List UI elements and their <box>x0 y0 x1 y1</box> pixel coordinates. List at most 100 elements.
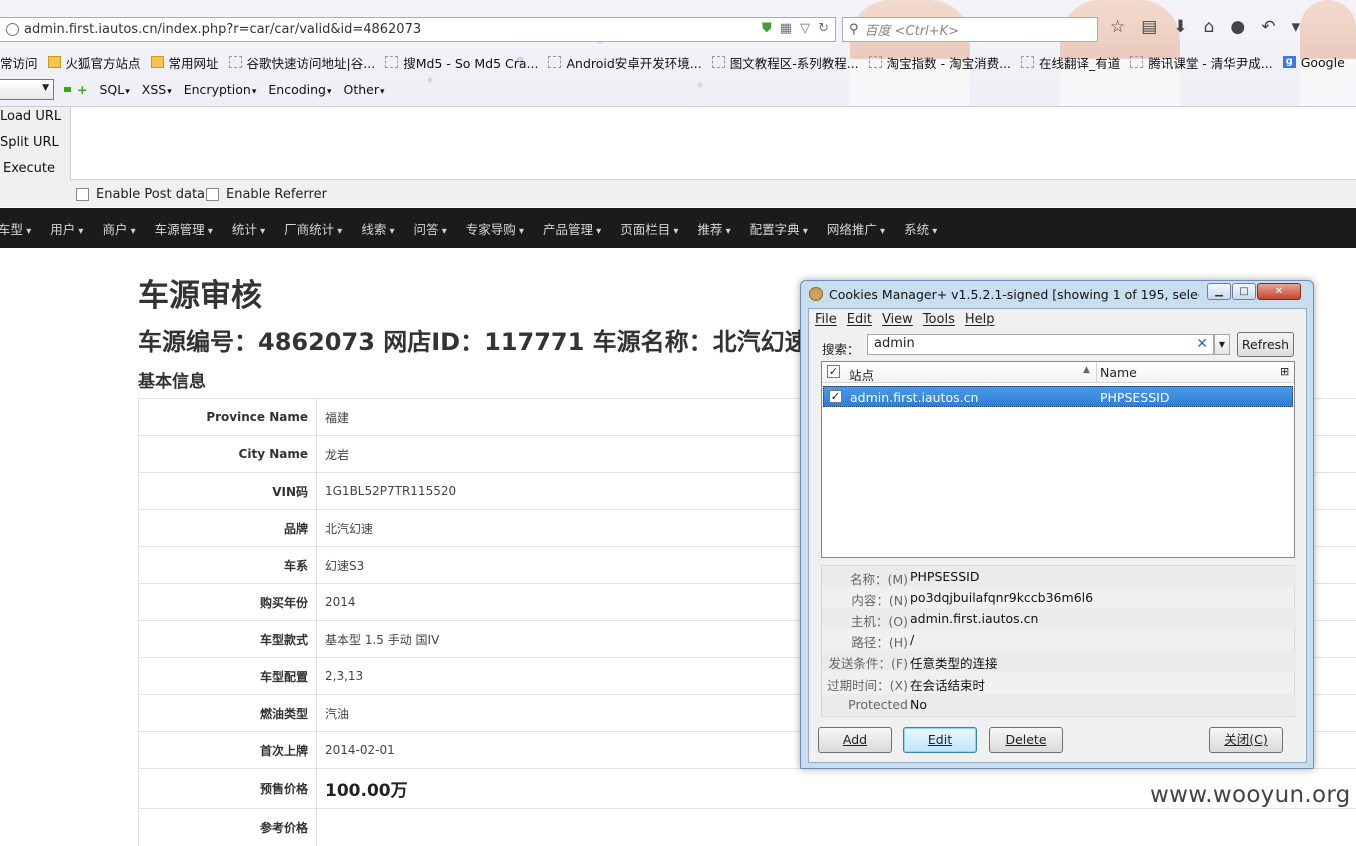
cookie-search-input[interactable]: admin ✕ <box>867 334 1214 355</box>
close-button[interactable]: 关闭(C) <box>1209 727 1283 753</box>
reload-icon[interactable]: ↻ <box>818 21 829 36</box>
menu-dropdown-icon[interactable]: ▾ <box>1291 17 1300 37</box>
url-text[interactable]: admin.first.iautos.cn/index.php?r=car/ca… <box>24 22 421 37</box>
search-dropdown-button[interactable]: ▼ <box>1214 334 1230 355</box>
dropdown-arrow-icon[interactable]: ▽ <box>800 21 810 36</box>
nav-car-source[interactable]: 车源管理 <box>155 219 213 238</box>
row-label: 参考价格 <box>139 809 317 846</box>
reader-icon[interactable]: ▤ <box>1141 17 1157 37</box>
edit-button[interactable]: Edit <box>903 727 977 753</box>
clear-icon[interactable]: ✕ <box>1196 336 1208 352</box>
menu-edit[interactable]: Edit <box>847 312 872 327</box>
nav-expert-guide[interactable]: 专家导购 <box>466 219 524 238</box>
bookmark-item[interactable]: 搜Md5 - So Md5 Cra... <box>385 53 538 72</box>
hackbar-url-textarea[interactable] <box>70 107 1356 180</box>
section-title: 基本信息 <box>138 367 206 392</box>
nav-products[interactable]: 产品管理 <box>543 219 601 238</box>
page-icon <box>229 56 242 68</box>
detail-row: 名称：(M)PHPSESSID <box>822 566 1296 587</box>
bookmark-item[interactable]: Android安卓开发环境... <box>548 53 701 72</box>
nav-car-models[interactable]: 车型 <box>0 219 31 238</box>
column-name[interactable]: Name <box>1100 365 1137 380</box>
nav-qa[interactable]: 问答 <box>414 219 447 238</box>
qr-code-icon[interactable]: ▦ <box>780 21 792 36</box>
bookmark-item[interactable]: 在线翻译_有道 <box>1021 53 1120 72</box>
bookmark-item[interactable]: 常访问 <box>0 53 38 72</box>
column-picker-icon[interactable]: ⊞ <box>1280 365 1289 378</box>
row-label: 购买年份 <box>139 584 317 621</box>
chat-icon[interactable]: ● <box>1230 17 1245 37</box>
site-navbar: 车型 用户 商户 车源管理 统计 厂商统计 线索 问答 专家导购 产品管理 页面… <box>0 208 1356 248</box>
nav-config-dict[interactable]: 配置字典 <box>750 219 808 238</box>
bookmark-item[interactable]: 常用网址 <box>151 53 219 72</box>
menu-tools[interactable]: Tools <box>923 312 955 327</box>
shield-icon[interactable]: ⛊ <box>762 21 772 36</box>
dialog-titlebar[interactable]: Cookies Manager+ v1.5.2.1-signed [showin… <box>801 281 1313 307</box>
refresh-button[interactable]: Refresh <box>1237 332 1294 357</box>
bookmark-star-icon[interactable]: ☆ <box>1110 17 1125 37</box>
enable-referrer-checkbox[interactable]: Enable Referrer <box>206 187 327 202</box>
row-label: VIN码 <box>139 473 317 510</box>
nav-stats[interactable]: 统计 <box>232 219 265 238</box>
hackbar-menu-xss[interactable]: XSS <box>142 82 172 97</box>
maximize-button[interactable]: □ <box>1232 283 1256 300</box>
enable-post-checkbox[interactable]: Enable Post data <box>76 187 205 202</box>
nav-promotion[interactable]: 网络推广 <box>827 219 885 238</box>
nav-maker-stats[interactable]: 厂商统计 <box>284 219 342 238</box>
bookmark-item[interactable]: 腾讯课堂 - 清华尹成... <box>1130 53 1272 72</box>
nav-recommend[interactable]: 推荐 <box>697 219 730 238</box>
minimize-button[interactable]: ▁ <box>1207 283 1231 300</box>
bookmark-item[interactable]: gGoogle <box>1283 55 1345 70</box>
nav-users[interactable]: 用户 <box>50 219 83 238</box>
bookmark-item[interactable]: 火狐官方站点 <box>48 53 141 72</box>
execute-button[interactable]: Execute <box>3 161 55 176</box>
home-icon[interactable]: ⌂ <box>1204 17 1215 37</box>
row-value <box>317 809 1356 846</box>
column-divider[interactable] <box>1096 362 1097 383</box>
folder-icon <box>151 56 164 68</box>
nav-leads[interactable]: 线索 <box>361 219 394 238</box>
row-checkbox[interactable]: ✓ <box>829 390 842 403</box>
search-bar[interactable]: ⚲ 百度 <Ctrl+K> <box>842 17 1098 42</box>
cookie-details: 名称：(M)PHPSESSID 内容：(N)po3dqjbuilafqnr9kc… <box>821 565 1295 717</box>
minus-icon[interactable] <box>64 87 71 92</box>
checkbox-box[interactable] <box>206 188 219 201</box>
menu-file[interactable]: File <box>815 312 837 327</box>
nav-system[interactable]: 系统 <box>904 219 937 238</box>
bookmark-item[interactable]: 谷歌快速访问地址|谷... <box>229 53 376 72</box>
close-window-button[interactable]: ✕ <box>1257 283 1301 300</box>
nav-merchants[interactable]: 商户 <box>102 219 135 238</box>
hackbar-menu-other[interactable]: Other <box>344 82 385 97</box>
hackbar-menu-sql[interactable]: SQL <box>99 82 129 97</box>
add-button[interactable]: Add <box>818 727 892 753</box>
hackbar-menu-encoding[interactable]: Encoding <box>268 82 331 97</box>
cookie-list[interactable]: ✓ 站点 ▲ Name ⊞ ✓ admin.first.iautos.cn PH… <box>821 361 1295 558</box>
select-all-checkbox[interactable]: ✓ <box>827 365 840 378</box>
cookie-icon <box>809 287 823 301</box>
bookmark-item[interactable]: 图文教程区-系列教程... <box>712 53 859 72</box>
undo-icon[interactable]: ↶ <box>1261 17 1275 37</box>
hackbar-menu-encryption[interactable]: Encryption <box>184 82 257 97</box>
bookmark-item[interactable]: 淘宝指数 - 淘宝消费... <box>869 53 1011 72</box>
nav-page-sections[interactable]: 页面栏目 <box>620 219 678 238</box>
split-url-button[interactable]: Split URL <box>0 135 59 150</box>
detail-row: 过期时间：(X)在会话结束时 <box>822 672 1296 693</box>
address-bar[interactable]: admin.first.iautos.cn/index.php?r=car/ca… <box>0 17 836 42</box>
row-label: 车系 <box>139 547 317 584</box>
load-url-button[interactable]: Load URL <box>0 109 61 124</box>
list-item[interactable]: ✓ admin.first.iautos.cn PHPSESSID <box>823 386 1293 407</box>
hackbar-select[interactable] <box>0 79 54 100</box>
column-site[interactable]: 站点 <box>849 365 874 384</box>
menu-help[interactable]: Help <box>965 312 995 327</box>
delete-button[interactable]: Delete <box>989 727 1063 753</box>
menu-view[interactable]: View <box>882 312 913 327</box>
row-site: admin.first.iautos.cn <box>850 390 978 405</box>
plus-icon[interactable]: + <box>77 82 87 97</box>
checkbox-box[interactable] <box>76 188 89 201</box>
download-icon[interactable]: ⬇ <box>1173 17 1187 37</box>
row-label: 首次上牌 <box>139 732 317 769</box>
cookies-manager-dialog: Cookies Manager+ v1.5.2.1-signed [showin… <box>800 280 1314 769</box>
detail-row: 路径：(H)/ <box>822 629 1296 650</box>
page-icon <box>548 56 561 68</box>
detail-row: 内容：(N)po3dqjbuilafqnr9kccb36m6l6 <box>822 587 1296 608</box>
